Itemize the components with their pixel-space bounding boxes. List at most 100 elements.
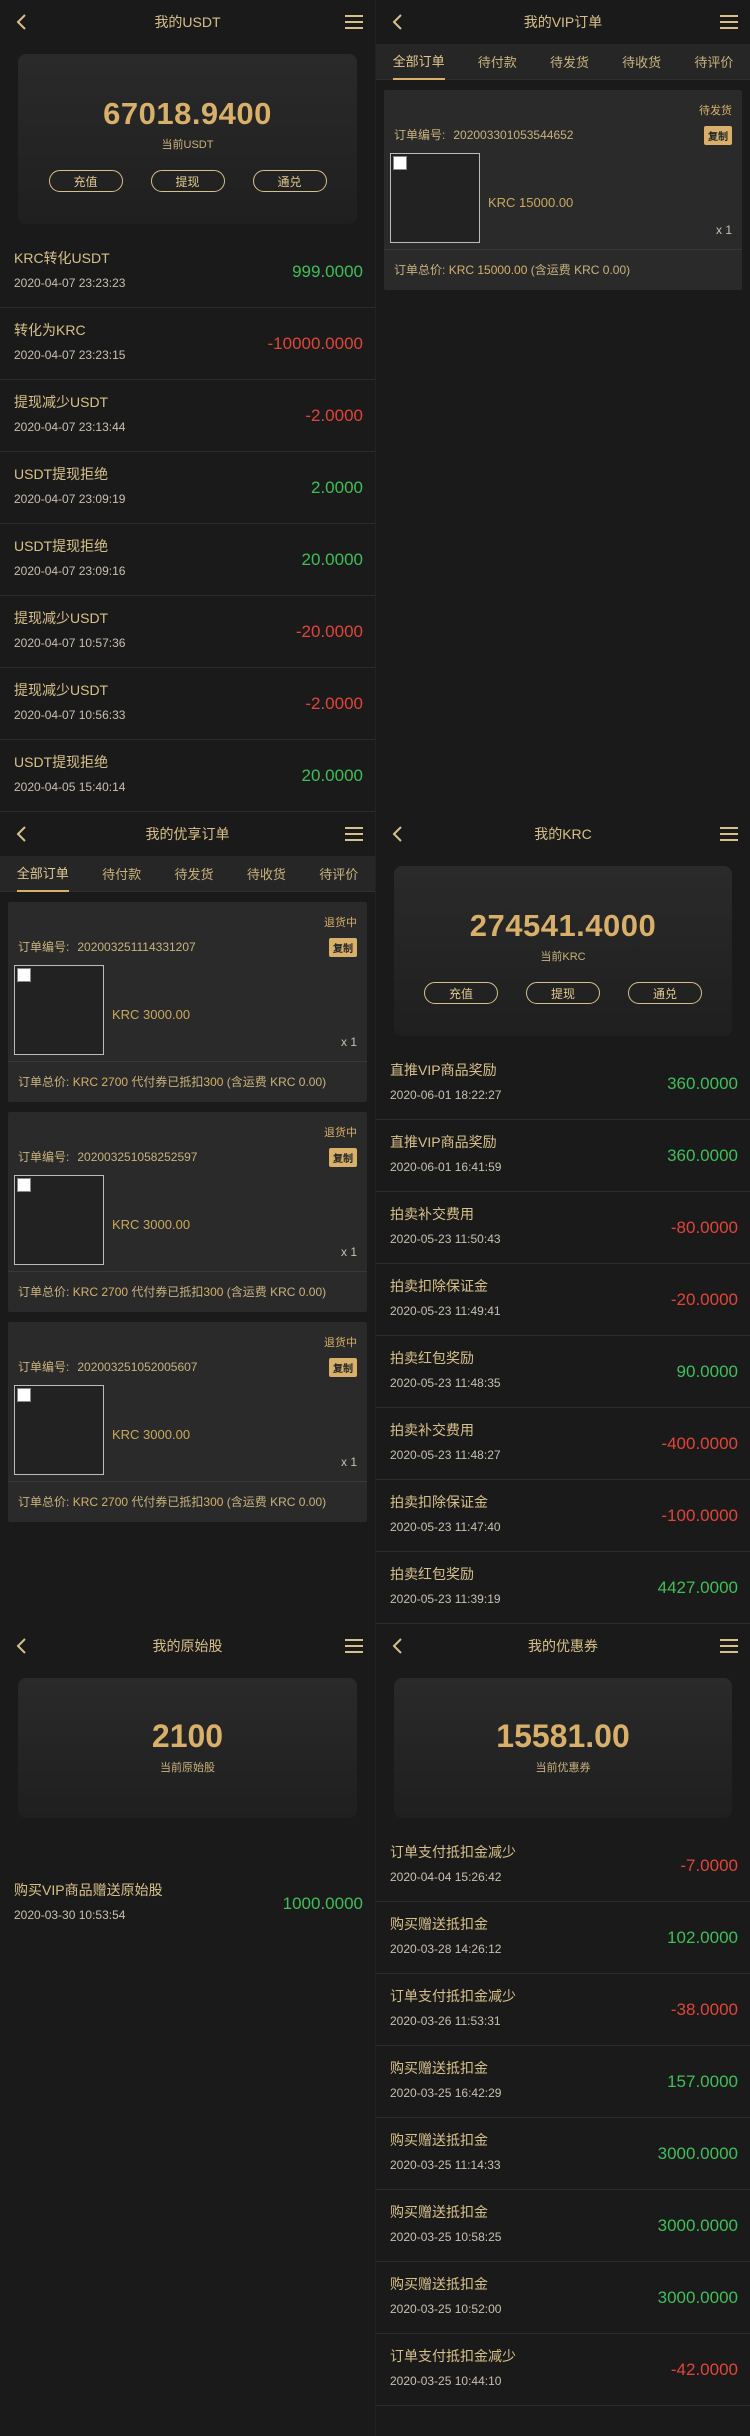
order-number-label: 订单编号:	[18, 1360, 70, 1374]
record-list: 购买VIP商品赠送原始股 2020-03-30 10:53:54 1000.0000	[0, 1868, 375, 1940]
balance-amount: 2100	[151, 1718, 224, 1754]
product-price: KRC 3000.00	[112, 1007, 191, 1022]
krc-screen: 我的KRC 274541.4000 当前KRC 充值 提现 通兑 直推VIP商品…	[375, 812, 750, 1624]
order-total: 订单总价: KRC 2700 代付券已抵扣300 (含运费 KRC 0.00)	[8, 1061, 367, 1102]
tab-all[interactable]: 全部订单	[392, 44, 445, 80]
order-tabs: 全部订单 待付款 待发货 待收货 待评价	[376, 44, 750, 80]
withdraw-button[interactable]: 提现	[526, 982, 600, 1004]
order-card[interactable]: 退货中 复制 订单编号: 202003251058252597 KRC 3000.…	[8, 1112, 367, 1312]
youxiang-order-screen: 我的优享订单 全部订单 待付款 待发货 待收货 待评价 退货中 复制 订单编号:…	[0, 812, 375, 1624]
order-number: 订单编号: 202003251058252597	[8, 1112, 367, 1165]
record-value: -20.0000	[295, 622, 363, 641]
back-chevron-icon[interactable]	[388, 12, 408, 32]
tab-pending-shipment[interactable]: 待发货	[174, 856, 213, 892]
product-image[interactable]	[14, 1385, 104, 1475]
order-status: 退货中	[324, 917, 357, 929]
back-chevron-icon[interactable]	[12, 1636, 32, 1656]
withdraw-button[interactable]: 提现	[150, 170, 225, 192]
record-value: -42.0000	[670, 2360, 738, 2379]
page-title: 我的优享订单	[145, 826, 230, 842]
product-image[interactable]	[14, 1175, 104, 1265]
shipping-note: (含运费 KRC 0.00)	[226, 1495, 327, 1509]
tab-pending-payment[interactable]: 待付款	[478, 44, 517, 80]
balance-label: 当前原始股	[160, 1762, 215, 1774]
record-row: 拍卖补交费用 2020-05-23 11:50:43 -80.0000	[376, 1192, 750, 1264]
product-quantity: x 1	[340, 1455, 357, 1469]
tab-pending-review[interactable]: 待评价	[694, 44, 733, 80]
record-value: -100.0000	[661, 1506, 738, 1525]
order-total-label: 订单总价:	[18, 1075, 70, 1089]
product-quantity: x 1	[715, 223, 732, 237]
record-row: 订单支付抵扣金减少 2020-03-25 10:44:10 -42.0000	[376, 2334, 750, 2406]
order-total-value: KRC 15000.00	[448, 263, 528, 277]
hamburger-menu-icon[interactable]	[718, 12, 740, 32]
order-number-value: 202003251058252597	[77, 1150, 198, 1164]
tab-pending-payment[interactable]: 待付款	[102, 856, 141, 892]
order-total: 订单总价: KRC 2700 代付券已抵扣300 (含运费 KRC 0.00)	[8, 1481, 367, 1522]
recharge-button[interactable]: 充值	[48, 170, 123, 192]
order-total: 订单总价: KRC 2700 代付券已抵扣300 (含运费 KRC 0.00)	[8, 1271, 367, 1312]
order-tabs: 全部订单 待付款 待发货 待收货 待评价	[0, 856, 375, 892]
record-row: 拍卖红包奖励 2020-05-23 11:48:35 90.0000	[376, 1336, 750, 1408]
exchange-button[interactable]: 通兑	[628, 982, 702, 1004]
record-row: 提现减少USDT 2020-04-07 10:56:33 -2.0000	[0, 668, 375, 740]
order-total-value: KRC 2700	[72, 1285, 129, 1299]
balance-label: 当前USDT	[161, 139, 214, 151]
page-title: 我的优惠券	[528, 1638, 598, 1654]
record-row: 拍卖红包奖励 2020-05-23 11:39:19 4427.0000	[376, 1552, 750, 1624]
order-total-label: 订单总价:	[394, 263, 446, 277]
tab-pending-receipt[interactable]: 待收货	[247, 856, 286, 892]
order-number-value: 202003251114331207	[77, 940, 196, 954]
shipping-note: (含运费 KRC 0.00)	[226, 1285, 327, 1299]
record-row: USDT提现拒绝 2020-04-07 23:09:19 2.0000	[0, 452, 375, 524]
hamburger-menu-icon[interactable]	[718, 824, 740, 844]
record-value: 360.0000	[667, 1146, 738, 1165]
back-chevron-icon[interactable]	[12, 12, 32, 32]
back-chevron-icon[interactable]	[388, 824, 408, 844]
record-value: -7.0000	[680, 1856, 738, 1875]
product-image[interactable]	[14, 965, 104, 1055]
back-chevron-icon[interactable]	[12, 824, 32, 844]
hamburger-menu-icon[interactable]	[343, 824, 365, 844]
record-row: 购买赠送抵扣金 2020-03-25 11:14:33 3000.0000	[376, 2118, 750, 2190]
back-chevron-icon[interactable]	[388, 1636, 408, 1656]
record-value: 102.0000	[667, 1928, 738, 1947]
balance-amount: 67018.9400	[103, 96, 272, 131]
hamburger-menu-icon[interactable]	[343, 1636, 365, 1656]
record-row: USDT提现拒绝 2020-04-05 15:40:14 20.0000	[0, 740, 375, 812]
tab-pending-review[interactable]: 待评价	[319, 856, 358, 892]
shipping-note: (含运费 KRC 0.00)	[226, 1075, 327, 1089]
page-title: 我的KRC	[534, 826, 592, 842]
order-card[interactable]: 退货中 复制 订单编号: 202003251114331207 KRC 3000.…	[8, 902, 367, 1102]
order-number-label: 订单编号:	[18, 1150, 70, 1164]
record-value: 3000.0000	[657, 2288, 738, 2307]
order-total: 订单总价: KRC 15000.00 (含运费 KRC 0.00)	[384, 249, 742, 290]
balance-card: 274541.4000 当前KRC 充值 提现 通兑	[394, 866, 732, 1036]
tab-all[interactable]: 全部订单	[16, 856, 69, 892]
record-row: 拍卖扣除保证金 2020-05-23 11:49:41 -20.0000	[376, 1264, 750, 1336]
order-number: 订单编号: 202003301053544652	[384, 90, 742, 143]
product-image[interactable]	[390, 153, 480, 243]
order-card[interactable]: 退货中 复制 订单编号: 202003251052005607 KRC 3000.…	[8, 1322, 367, 1522]
record-value: -38.0000	[670, 2000, 738, 2019]
hamburger-menu-icon[interactable]	[718, 1636, 740, 1656]
exchange-button[interactable]: 通兑	[252, 170, 327, 192]
tab-pending-receipt[interactable]: 待收货	[622, 44, 661, 80]
record-row: 直推VIP商品奖励 2020-06-01 16:41:59 360.0000	[376, 1120, 750, 1192]
order-card[interactable]: 待发货 复制 订单编号: 202003301053544652 KRC 15000…	[384, 90, 742, 290]
page-title: 我的VIP订单	[523, 14, 603, 30]
balance-card: 2100 当前原始股	[18, 1678, 357, 1818]
balance-amount: 274541.4000	[469, 908, 657, 943]
recharge-button[interactable]: 充值	[424, 982, 498, 1004]
header: 我的优享订单	[0, 812, 375, 856]
page-title: 我的原始股	[152, 1638, 223, 1654]
record-row: 购买赠送抵扣金 2020-03-28 14:26:12 102.0000	[376, 1902, 750, 1974]
record-row: 订单支付抵扣金减少 2020-03-26 11:53:31 -38.0000	[376, 1974, 750, 2046]
tab-pending-shipment[interactable]: 待发货	[550, 44, 589, 80]
order-number-value: 202003301053544652	[453, 128, 574, 142]
record-list: KRC转化USDT 2020-04-07 23:23:23 999.0000 转化为…	[0, 236, 375, 812]
order-status: 退货中	[324, 1337, 357, 1349]
record-row: 订单支付抵扣金减少 2020-04-04 15:26:42 -7.0000	[376, 1830, 750, 1902]
hamburger-menu-icon[interactable]	[343, 12, 365, 32]
order-number: 订单编号: 202003251114331207	[8, 902, 367, 955]
